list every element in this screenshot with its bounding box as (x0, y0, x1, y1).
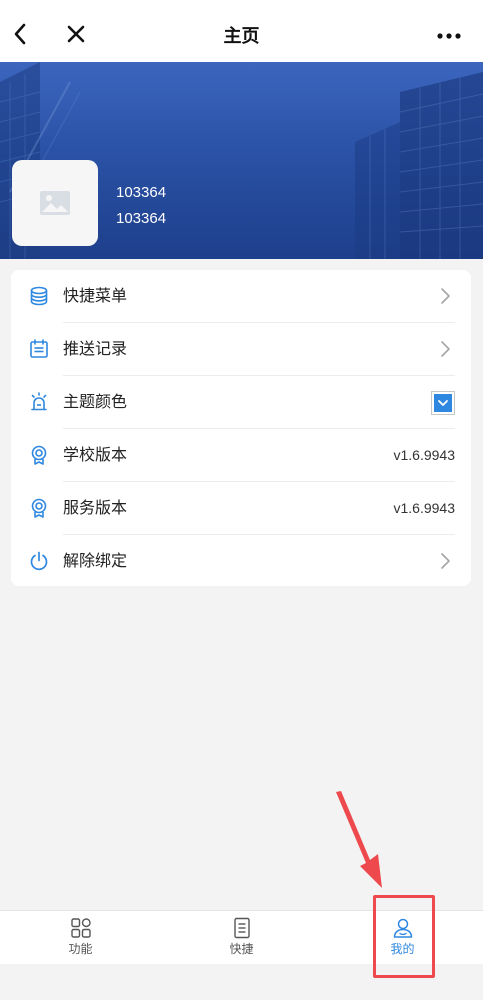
badge-icon (27, 496, 51, 520)
power-icon (27, 549, 51, 573)
menu-item-school-version: 学校版本 v1.6.9943 (11, 429, 471, 482)
tab-shortcuts[interactable]: 快捷 (161, 911, 322, 965)
version-value: v1.6.9943 (393, 500, 456, 516)
annotation-arrow-icon (336, 791, 382, 888)
chevron-right-icon (441, 288, 450, 304)
menu-item-label: 快捷菜单 (63, 286, 128, 305)
more-button[interactable] (433, 22, 465, 50)
menu-item-push-records[interactable]: 推送记录 (11, 323, 471, 376)
chevron-right-icon (441, 553, 450, 569)
document-icon (233, 917, 250, 939)
version-value: v1.6.9943 (393, 447, 456, 463)
more-horizontal-icon (437, 33, 461, 39)
user-id-secondary: 103364 (116, 210, 167, 227)
grid-icon (70, 918, 91, 938)
profile-banner: 103364 103364 (0, 62, 483, 259)
menu-item-quick-menu[interactable]: 快捷菜单 (11, 270, 471, 323)
chevron-right-icon (441, 341, 450, 357)
avatar[interactable] (12, 160, 98, 246)
badge-icon (27, 443, 51, 467)
alarm-light-icon (27, 390, 51, 414)
menu-item-unbind[interactable]: 解除绑定 (11, 535, 471, 588)
image-placeholder-icon (40, 191, 70, 215)
user-id-primary: 103364 (116, 184, 167, 201)
calendar-list-icon (27, 337, 51, 361)
menu-item-label: 解除绑定 (63, 551, 128, 570)
tab-functions[interactable]: 功能 (0, 911, 161, 965)
theme-color-swatch[interactable] (431, 391, 455, 415)
menu-item-label: 服务版本 (63, 498, 128, 517)
chevron-down-icon (438, 400, 448, 406)
menu-item-theme-color[interactable]: 主题颜色 (11, 376, 471, 429)
menu-item-label: 学校版本 (63, 445, 128, 464)
tab-label: 快捷 (229, 942, 254, 956)
annotation-highlight-box (373, 895, 435, 978)
menu-item-label: 主题颜色 (63, 392, 128, 411)
top-nav-bar: 主页 (0, 0, 483, 62)
menu-item-service-version: 服务版本 v1.6.9943 (11, 482, 471, 535)
page-title: 主页 (223, 26, 260, 47)
stack-icon (27, 284, 51, 308)
menu-item-label: 推送记录 (63, 339, 128, 358)
settings-menu-card: 快捷菜单 推送记录 主题颜色 学校版本 v1.6.9943 服务版本 v1.6.… (11, 270, 471, 586)
tab-label: 功能 (68, 942, 93, 956)
